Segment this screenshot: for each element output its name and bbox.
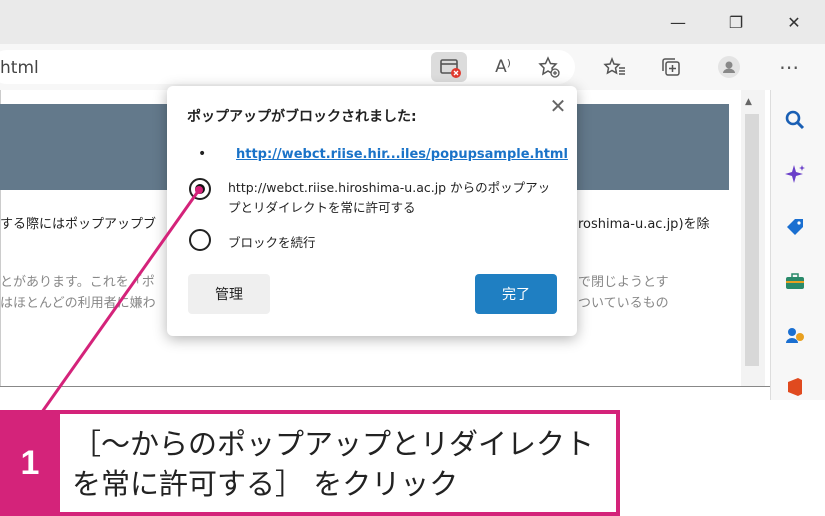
page-text-line2-right: で閉じようとす: [578, 275, 669, 290]
done-button[interactable]: 完了: [475, 274, 557, 314]
page-text-line1-right: roshima-u.ac.jp)を除: [578, 217, 710, 232]
title-bar: [0, 0, 825, 44]
add-favorite-icon[interactable]: [534, 52, 564, 82]
radio-selected-dot: [195, 184, 205, 194]
more-menu-icon[interactable]: ⋯: [774, 52, 804, 82]
shopping-tag-icon[interactable]: [780, 212, 810, 242]
page-text-line2-left: とがあります。これを「ポ: [0, 275, 155, 290]
minimize-button[interactable]: —: [663, 8, 693, 36]
page-text-line3-right: ついているもの: [578, 296, 669, 311]
read-aloud-icon[interactable]: A⁾: [488, 52, 518, 82]
office-icon[interactable]: [780, 372, 810, 402]
restore-button[interactable]: ❐: [721, 8, 751, 36]
allow-popups-label[interactable]: http://webct.riise.hiroshima-u.ac.jp からの…: [228, 178, 558, 218]
radio-keep-blocking[interactable]: [189, 229, 211, 251]
close-icon[interactable]: ✕: [546, 94, 570, 118]
blocked-popup-link[interactable]: http://webct.riise.hir...iles/popupsampl…: [236, 147, 568, 162]
search-icon[interactable]: [780, 105, 810, 135]
keep-blocking-label[interactable]: ブロックを続行: [228, 232, 316, 251]
copilot-sparkle-icon[interactable]: [780, 159, 810, 189]
popup-blocked-icon[interactable]: [431, 52, 467, 82]
callout-instruction: ［～からのポップアップとリダイレクトを常に許可する］ をクリック: [72, 427, 595, 501]
profile-avatar[interactable]: [714, 52, 744, 82]
radio-allow-popups[interactable]: [189, 178, 211, 200]
manage-button[interactable]: 管理: [188, 274, 270, 314]
favorites-icon[interactable]: [600, 52, 630, 82]
page-text-line3-left: はほとんどの利用者に嫌わ: [0, 296, 156, 311]
close-window-button[interactable]: ✕: [779, 8, 809, 36]
callout-step-number: 1: [0, 410, 60, 516]
scrollbar-thumb[interactable]: [745, 114, 759, 366]
collections-icon[interactable]: [656, 52, 686, 82]
dialog-title: ポップアップがブロックされました:: [187, 109, 417, 125]
scroll-up-icon[interactable]: ▲: [745, 97, 752, 107]
page-text-line1-left: する際にはポップアップブ: [0, 217, 157, 232]
games-icon[interactable]: [780, 320, 810, 350]
edge-sidebar: [770, 90, 825, 400]
url-text: html: [0, 58, 39, 78]
tools-briefcase-icon[interactable]: [780, 266, 810, 296]
list-bullet: •: [198, 146, 207, 162]
window-bottom-edge: [0, 386, 770, 387]
